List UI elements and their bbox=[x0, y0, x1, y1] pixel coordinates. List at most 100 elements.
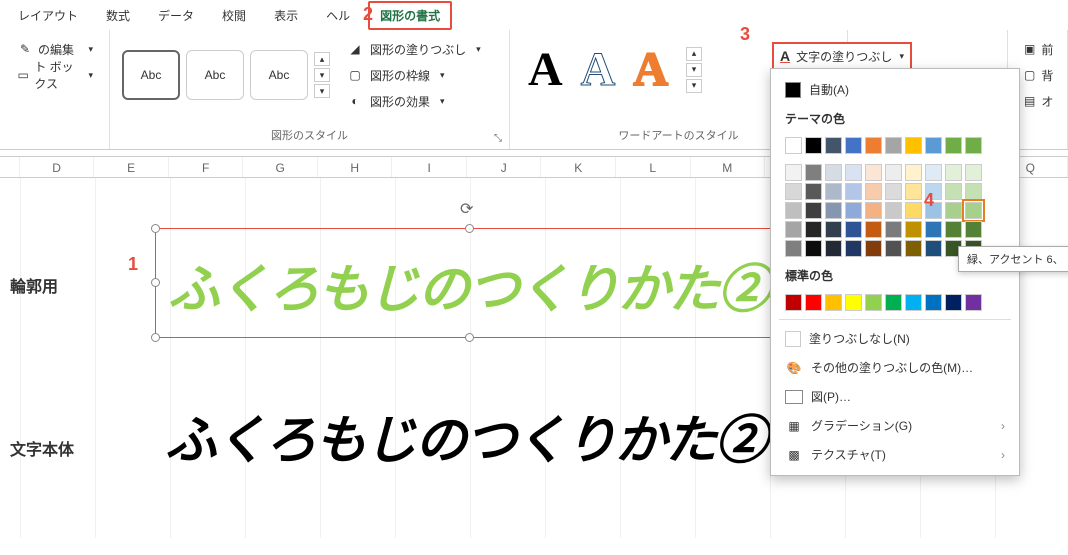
swatch[interactable] bbox=[905, 202, 922, 219]
shape-style-2[interactable]: Abc bbox=[186, 50, 244, 100]
swatch[interactable] bbox=[825, 183, 842, 200]
wa-up[interactable]: ▴ bbox=[686, 47, 702, 61]
swatch[interactable] bbox=[845, 202, 862, 219]
swatch[interactable] bbox=[885, 202, 902, 219]
handle-ml[interactable] bbox=[151, 278, 160, 287]
col-E[interactable]: E bbox=[94, 157, 169, 177]
wordart-text-1[interactable]: ふくろもじのつくりかた② bbox=[156, 229, 784, 340]
col-L[interactable]: L bbox=[616, 157, 691, 177]
swatch[interactable] bbox=[845, 164, 862, 181]
swatch[interactable] bbox=[965, 294, 982, 311]
more-colors-item[interactable]: 🎨 その他の塗りつぶしの色(M)… bbox=[771, 353, 1019, 382]
send-back-button[interactable]: ▢背 bbox=[1020, 64, 1055, 86]
swatch[interactable] bbox=[885, 240, 902, 257]
shape-outline-button[interactable]: ▢図形の枠線▾ bbox=[346, 64, 481, 86]
handle-tm[interactable] bbox=[465, 224, 474, 233]
swatch[interactable] bbox=[945, 137, 962, 154]
selection-pane-button[interactable]: ▤オ bbox=[1020, 90, 1055, 112]
gallery-more[interactable]: ▾ bbox=[314, 84, 330, 98]
handle-bm[interactable] bbox=[465, 333, 474, 342]
swatch[interactable] bbox=[925, 240, 942, 257]
col-corner[interactable] bbox=[0, 157, 20, 177]
swatch[interactable] bbox=[785, 164, 802, 181]
swatch[interactable] bbox=[865, 137, 882, 154]
wordart-shape-1[interactable]: ⟳ ふくろもじのつくりかた② bbox=[155, 228, 785, 338]
swatch[interactable] bbox=[905, 164, 922, 181]
swatch[interactable] bbox=[785, 240, 802, 257]
swatch[interactable] bbox=[865, 183, 882, 200]
swatch[interactable] bbox=[825, 294, 842, 311]
gallery-up[interactable]: ▴ bbox=[314, 52, 330, 66]
swatch[interactable] bbox=[805, 164, 822, 181]
col-H[interactable]: H bbox=[318, 157, 393, 177]
swatch[interactable] bbox=[845, 294, 862, 311]
swatch[interactable] bbox=[865, 240, 882, 257]
swatch[interactable] bbox=[925, 137, 942, 154]
swatch[interactable] bbox=[785, 221, 802, 238]
swatch[interactable] bbox=[805, 294, 822, 311]
swatch[interactable] bbox=[805, 137, 822, 154]
no-fill-item[interactable]: 塗りつぶしなし(N) bbox=[771, 324, 1019, 353]
swatch-highlighted[interactable] bbox=[965, 202, 982, 219]
swatch[interactable] bbox=[785, 202, 802, 219]
wordart-shape-2[interactable]: ふくろもじのつくりかた② bbox=[165, 398, 765, 473]
tab-view[interactable]: 表示 bbox=[264, 3, 308, 28]
shape-style-gallery[interactable]: Abc Abc Abc ▴ ▾ ▾ bbox=[118, 34, 334, 116]
swatch[interactable] bbox=[865, 164, 882, 181]
swatch[interactable] bbox=[965, 183, 982, 200]
shape-style-3[interactable]: Abc bbox=[250, 50, 308, 100]
swatch[interactable] bbox=[965, 164, 982, 181]
col-K[interactable]: K bbox=[541, 157, 616, 177]
swatch[interactable] bbox=[905, 183, 922, 200]
swatch[interactable] bbox=[865, 202, 882, 219]
shape-fill-button[interactable]: ◢図形の塗りつぶし▾ bbox=[346, 38, 481, 60]
edit-shape-button[interactable]: ✎の編集▾ bbox=[12, 38, 97, 60]
swatch[interactable] bbox=[885, 221, 902, 238]
tab-data[interactable]: データ bbox=[148, 3, 204, 28]
bring-front-button[interactable]: ▣前 bbox=[1020, 38, 1055, 60]
wa-down[interactable]: ▾ bbox=[686, 63, 702, 77]
swatch[interactable] bbox=[805, 221, 822, 238]
col-D[interactable]: D bbox=[20, 157, 95, 177]
swatch[interactable] bbox=[825, 164, 842, 181]
tab-review[interactable]: 校閲 bbox=[212, 3, 256, 28]
swatch[interactable] bbox=[845, 240, 862, 257]
picture-fill-item[interactable]: 図(P)… bbox=[771, 382, 1019, 411]
swatch[interactable] bbox=[885, 183, 902, 200]
swatch[interactable] bbox=[825, 221, 842, 238]
swatch[interactable] bbox=[945, 294, 962, 311]
text-fill-button[interactable]: A 文字の塗りつぶし ▾ bbox=[772, 42, 912, 70]
swatch[interactable] bbox=[805, 202, 822, 219]
wordart-style-1[interactable]: A bbox=[528, 42, 563, 97]
handle-bl[interactable] bbox=[151, 333, 160, 342]
swatch[interactable] bbox=[885, 164, 902, 181]
shape-effect-button[interactable]: ◐図形の効果▾ bbox=[346, 90, 481, 112]
swatch[interactable] bbox=[845, 183, 862, 200]
swatch[interactable] bbox=[905, 221, 922, 238]
wa-more[interactable]: ▾ bbox=[686, 79, 702, 93]
swatch[interactable] bbox=[945, 164, 962, 181]
swatch[interactable] bbox=[945, 202, 962, 219]
col-G[interactable]: G bbox=[243, 157, 318, 177]
swatch[interactable] bbox=[945, 183, 962, 200]
col-F[interactable]: F bbox=[169, 157, 244, 177]
swatch[interactable] bbox=[905, 240, 922, 257]
gradient-item[interactable]: ▦ グラデーション(G) › bbox=[771, 411, 1019, 440]
col-M[interactable]: M bbox=[691, 157, 766, 177]
textbox-button[interactable]: ▭ト ボックス▾ bbox=[12, 64, 97, 86]
auto-color-item[interactable]: 自動(A) bbox=[771, 75, 1019, 104]
shape-styles-launcher[interactable]: ⤡ bbox=[491, 131, 505, 145]
handle-tl[interactable] bbox=[151, 224, 160, 233]
swatch[interactable] bbox=[905, 137, 922, 154]
tab-shape-format[interactable]: 図形の書式 bbox=[368, 1, 452, 30]
tab-formula[interactable]: 数式 bbox=[96, 3, 140, 28]
swatch[interactable] bbox=[865, 221, 882, 238]
swatch[interactable] bbox=[825, 202, 842, 219]
swatch[interactable] bbox=[965, 221, 982, 238]
swatch[interactable] bbox=[805, 240, 822, 257]
swatch[interactable] bbox=[785, 137, 802, 154]
swatch[interactable] bbox=[845, 221, 862, 238]
swatch[interactable] bbox=[825, 240, 842, 257]
rotate-handle-icon[interactable]: ⟳ bbox=[460, 199, 473, 219]
swatch[interactable] bbox=[965, 137, 982, 154]
